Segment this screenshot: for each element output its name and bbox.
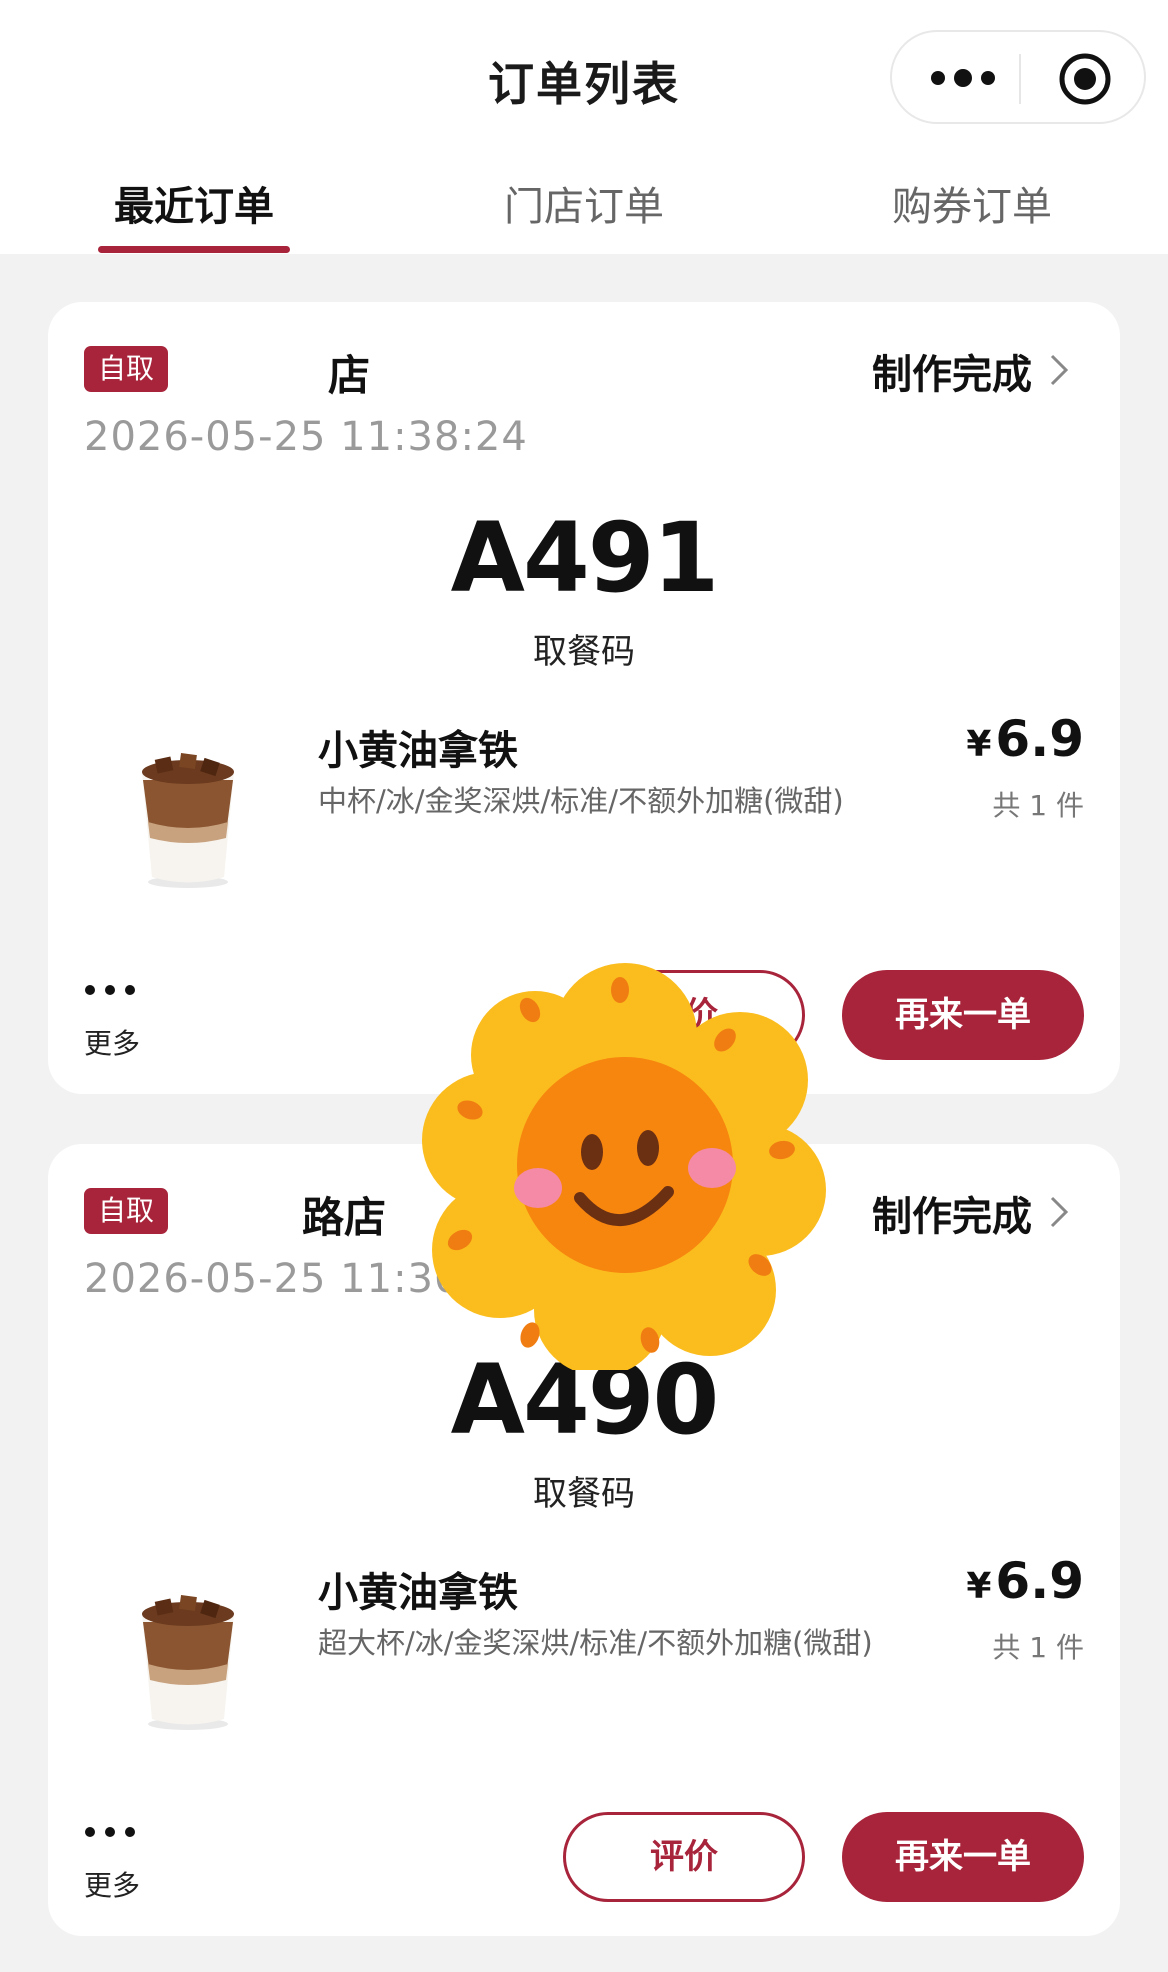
more-dots-icon [85, 985, 135, 995]
order-tabs: 最近订单 门店订单 购券订单 [0, 160, 1168, 254]
latte-cup-image [142, 1594, 234, 1730]
currency-symbol: ¥ [966, 1566, 992, 1607]
more-label: 更多 [84, 1869, 141, 1902]
store-name: 路店 [302, 1193, 387, 1242]
more-dots-icon [85, 1827, 135, 1837]
product-price: ¥6.9 [966, 710, 1084, 768]
privacy-blur [178, 340, 318, 398]
chevron-right-icon[interactable] [1048, 1194, 1072, 1230]
store-name: 店 [328, 351, 371, 400]
pickup-badge: 自取 [84, 1188, 168, 1234]
price-value: 6.9 [995, 1552, 1084, 1610]
mini-program-capsule [890, 30, 1146, 124]
more-button[interactable]: 更多 [84, 1822, 164, 1902]
product-price: ¥6.9 [966, 1552, 1084, 1610]
product-name: 小黄油拿铁 [318, 1570, 518, 1616]
capsule-divider [1019, 54, 1021, 104]
target-icon[interactable] [1058, 52, 1112, 106]
product-options: 超大杯/冰/金奖深烘/标准/不额外加糖(微甜) [318, 1626, 873, 1660]
reorder-button[interactable]: 再来一单 [842, 1812, 1084, 1902]
more-button[interactable]: 更多 [84, 980, 164, 1060]
order-status[interactable]: 制作完成 [872, 342, 1032, 400]
pickup-badge: 自取 [84, 346, 168, 392]
tab-store-orders[interactable]: 门店订单 [434, 174, 734, 232]
latte-cup-image [142, 752, 234, 888]
tab-coupon-orders[interactable]: 购券订单 [822, 174, 1122, 232]
pickup-code-label: 取餐码 [533, 1474, 635, 1514]
item-count: 共 1 件 [992, 789, 1084, 822]
pickup-code-label: 取餐码 [533, 632, 635, 672]
reorder-button[interactable]: 再来一单 [842, 970, 1084, 1060]
chevron-right-icon[interactable] [1048, 352, 1072, 388]
sunflower-sticker-icon [422, 963, 826, 1370]
currency-symbol: ¥ [966, 724, 992, 765]
tab-recent-orders[interactable]: 最近订单 [44, 174, 344, 232]
more-dots-icon[interactable] [928, 60, 998, 96]
privacy-blur [178, 1182, 302, 1240]
active-tab-indicator [98, 246, 290, 253]
item-count: 共 1 件 [992, 1631, 1084, 1664]
price-value: 6.9 [995, 710, 1084, 768]
order-status[interactable]: 制作完成 [872, 1184, 1032, 1242]
product-name: 小黄油拿铁 [318, 728, 518, 774]
pickup-code: A491 [450, 502, 720, 614]
header: 订单列表 最近订单 门店订单 购券订单 [0, 0, 1168, 254]
more-label: 更多 [84, 1027, 141, 1060]
review-button[interactable]: 评价 [563, 1812, 805, 1902]
product-options: 中杯/冰/金奖深烘/标准/不额外加糖(微甜) [318, 784, 844, 818]
order-time: 2026-05-25 11:38:24 [84, 414, 528, 460]
